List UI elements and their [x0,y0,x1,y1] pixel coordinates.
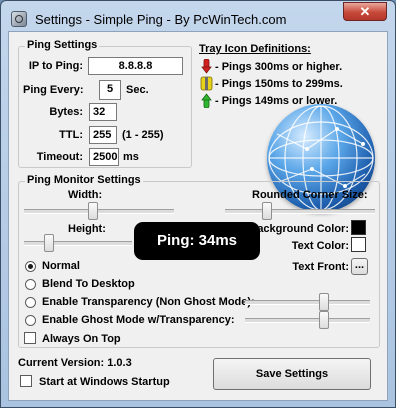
transparency-slider-thumb[interactable] [319,293,329,311]
rounded-corner-slider[interactable] [225,202,375,220]
ping-every-label: Ping Every: [23,84,84,96]
tray-item-red-label: - Pings 300ms or higher. [215,61,343,73]
title-bar[interactable]: Settings - Simple Ping - By PcWinTech.co… [1,1,395,35]
mode-transparency-radio[interactable] [25,297,36,308]
ping-settings-legend: Ping Settings [25,39,100,51]
save-settings-button[interactable]: Save Settings [213,358,371,390]
red-ping-icon [201,59,212,74]
tray-definitions-title: Tray Icon Definitions: [199,43,311,55]
mode-blend-label[interactable]: Blend To Desktop [42,278,135,290]
ttl-input[interactable]: 255 [89,126,117,144]
close-button[interactable]: ✕ [343,2,387,21]
always-on-top-checkbox[interactable] [24,332,36,344]
bytes-input[interactable]: 32 [89,103,117,121]
rounded-corner-slider-thumb[interactable] [262,202,272,220]
ping-every-input[interactable]: 5 [99,80,121,100]
settings-window: Settings - Simple Ping - By PcWinTech.co… [0,0,396,408]
window-title: Settings - Simple Ping - By PcWinTech.co… [35,12,287,27]
app-icon [11,11,27,27]
mode-normal-radio[interactable] [25,261,36,272]
timeout-unit: ms [123,151,139,163]
mode-ghost-radio[interactable] [25,315,36,326]
background-color-label: Background Color: [249,223,349,235]
ghost-slider[interactable] [245,311,370,329]
transparency-slider[interactable] [245,293,370,311]
text-color-label: Text Color: [291,240,349,252]
timeout-input[interactable]: 2500 [89,148,119,166]
width-label: Width: [68,189,103,201]
bytes-label: Bytes: [49,106,83,118]
ip-label: IP to Ping: [28,60,83,72]
height-slider[interactable] [24,234,132,252]
text-color-swatch[interactable] [351,237,366,252]
background-color-swatch[interactable] [351,220,366,235]
width-slider[interactable] [24,202,174,220]
ip-input[interactable]: 8.8.8.8 [88,57,183,75]
mode-transparency-label[interactable]: Enable Transparency (Non Ghost Mode): [42,296,255,308]
startup-label[interactable]: Start at Windows Startup [39,376,170,388]
height-slider-thumb[interactable] [44,234,54,252]
timeout-label: Timeout: [36,151,83,163]
mode-normal-label[interactable]: Normal [42,260,80,272]
client-area: Ping Settings IP to Ping: 8.8.8.8 Ping E… [8,31,388,401]
width-slider-thumb[interactable] [88,202,98,220]
green-ping-icon [201,93,212,108]
ping-every-unit: Sec. [126,84,149,96]
ttl-range-hint: (1 - 255) [122,129,164,141]
height-label: Height: [68,223,106,235]
version-label: Current Version: 1.0.3 [18,357,132,369]
font-picker-button[interactable]: ... [351,258,368,275]
mode-ghost-label[interactable]: Enable Ghost Mode w/Transparency: [42,314,235,326]
yellow-ping-icon [200,76,213,91]
tray-item-yellow-label: - Pings 150ms to 299ms. [215,78,343,90]
text-font-label: Text Front: [292,261,349,273]
monitor-settings-legend: Ping Monitor Settings [25,174,143,186]
mode-blend-radio[interactable] [25,279,36,290]
ttl-label: TTL: [59,129,83,141]
always-on-top-label[interactable]: Always On Top [42,333,121,345]
ghost-slider-thumb[interactable] [319,311,329,329]
rounded-corner-label: Rounded Corner Size: [252,189,368,201]
startup-checkbox[interactable] [20,375,32,387]
